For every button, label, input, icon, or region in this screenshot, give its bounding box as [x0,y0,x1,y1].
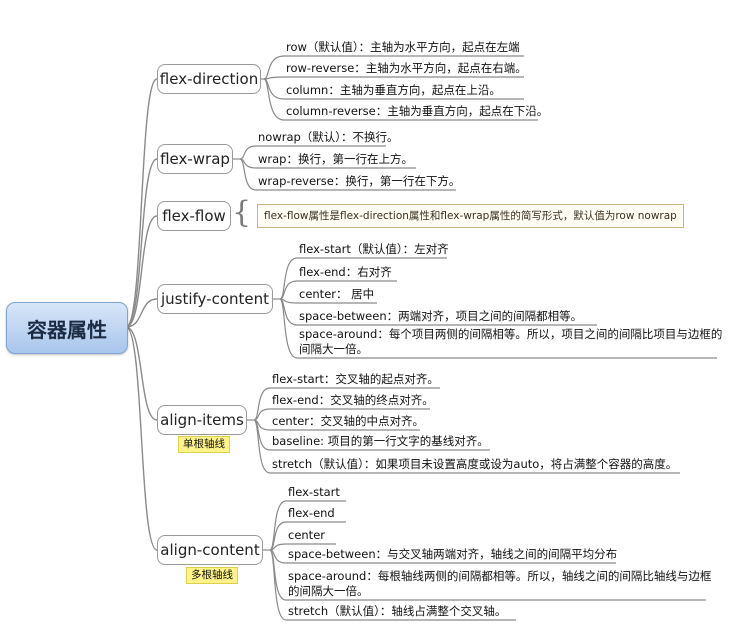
branch-flex-flow: flex-flow [157,201,231,231]
leaf-item: row（默认值）：主轴为水平方向，起点在左端 [286,40,520,54]
leaf-item: column-reverse：主轴为垂直方向，起点在下沿。 [286,104,549,118]
leaf-item: column：主轴为垂直方向，起点在上沿。 [286,83,501,97]
leaf-item: flex-start：交叉轴的起点对齐。 [272,372,439,386]
leaf-item: baseline: 项目的第一行文字的基线对齐。 [272,434,489,448]
leaf-item: center [288,528,325,542]
connector-line [279,280,298,300]
connector-line [279,298,298,359]
leaf-item: stretch（默认值）：如果项目未设置高度或设为auto，将占满整个容器的高度… [272,457,678,471]
mind-map: 容器属性 flex-direction row（默认值）：主轴为水平方向，起点在左… [0,0,742,632]
branch-align-content: align-content [157,535,263,565]
connector-line [279,257,298,300]
connector-line [239,158,257,191]
leaf-item: center： 居中 [299,287,375,301]
connector-line [269,500,287,551]
leaf-item: center：交叉轴的中点对齐。 [272,414,424,428]
connector-line [125,78,158,328]
branch-justify-content: justify-content [157,284,273,314]
leaf-item: flex-end：右对齐 [299,265,392,279]
axis-count-tag: 单根轴线 [178,436,230,453]
root-node: 容器属性 [6,302,128,354]
connector-line [239,145,257,160]
connector-line [253,387,271,421]
leaf-item: space-between：与交叉轴两端对齐，轴线之间的间隔平均分布 [288,547,618,561]
leaf-item: flex-start（默认值）：左对齐 [299,242,449,256]
leaf-item: wrap-reverse：换行，第一行在下方。 [258,174,461,188]
leaf-item: space-between：两端对齐，项目之间的间隔都相等。 [299,309,583,323]
flex-flow-note: flex-flow属性是flex-direction属性和flex-wrap属性… [257,204,684,228]
connector-line [263,76,285,80]
branch-align-items: align-items [157,405,247,435]
leaf-item: wrap：换行，第一行在上方。 [258,152,413,166]
axis-count-tag: 多根轴线 [186,567,238,584]
leaf-item: flex-end [288,506,335,520]
leaf-item: nowrap（默认）：不换行。 [258,130,399,144]
brace-icon: { [232,195,252,230]
connector-line [125,158,158,328]
branch-flex-wrap: flex-wrap [157,144,233,174]
leaf-item: flex-end：交叉轴的终点对齐。 [272,393,434,407]
leaf-item: space-around：每根轴线两侧的间隔都相等。所以，轴线之间的间隔比轴线与… [288,569,712,598]
connector-line [263,78,285,121]
connector-line [263,78,285,100]
leaf-item: space-around：每个项目两侧的间隔相等。所以，项目之间的间隔比项目与边… [299,327,723,356]
branch-flex-direction: flex-direction [157,64,261,94]
leaf-item: row-reverse：主轴为水平方向，起点在右端。 [286,61,527,75]
leaf-item: stretch（默认值）：轴线占满整个交叉轴。 [288,604,507,618]
connector-line [125,326,158,421]
leaf-item: flex-start [288,485,340,499]
connector-line [263,55,285,80]
connector-line [125,215,158,328]
connector-line [253,408,271,421]
connector-line [125,326,158,551]
